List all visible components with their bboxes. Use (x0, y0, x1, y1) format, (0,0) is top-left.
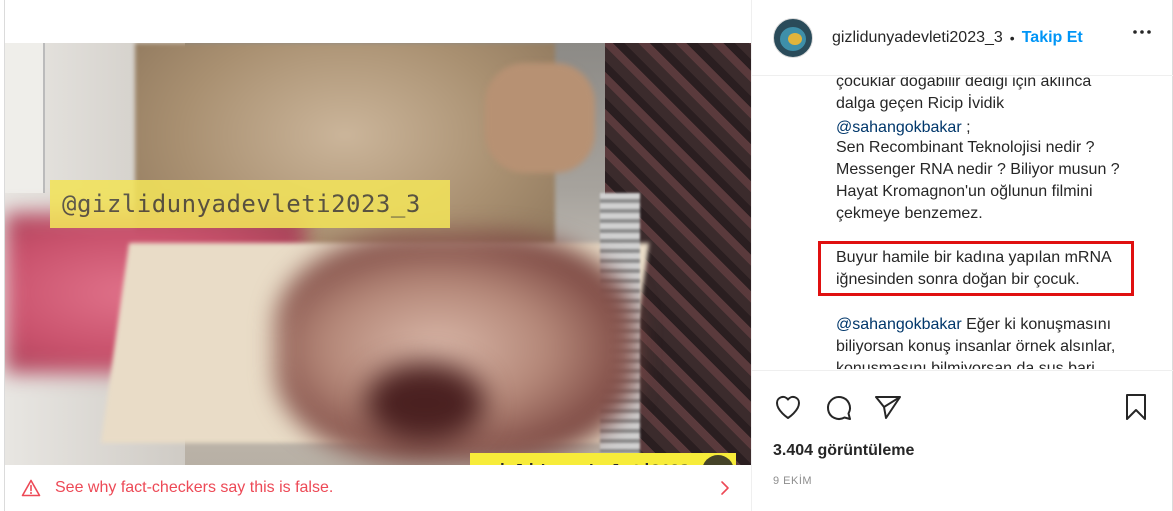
post-video[interactable]: @gizlidunyadevleti2023_3 @gizlidunyadevl… (5, 43, 752, 465)
comment-line: çocuklar doğabilir dediği için aklınca (836, 77, 1092, 90)
post-sidebar: gizlidunyadevleti2023_3 • Takip Et çocuk… (751, 0, 1173, 511)
action-bar (752, 370, 1173, 442)
paper-plane-icon[interactable] (872, 391, 904, 423)
video-door (5, 43, 45, 193)
comment-line: @sahangokbakar Eğer ki konuşmasını (836, 314, 1156, 336)
comment-fragment: Eğer ki konuşmasını (961, 316, 1112, 333)
comment-line: Sen Recombinant Teknolojisi nedir ? (836, 139, 1095, 156)
highlight-box (818, 241, 1134, 296)
mention-link[interactable]: @sahangokbakar (836, 119, 962, 136)
comment-line: dalga geçen Ricip İvidik (836, 95, 1005, 112)
comment-fragment: ; (961, 119, 971, 136)
video-person-arm (485, 63, 595, 173)
post-date[interactable]: 9 EKİM (773, 475, 812, 487)
media-top-spacer (5, 0, 752, 43)
view-count[interactable]: 3.404 görüntüleme (773, 442, 914, 460)
follow-button[interactable]: Takip Et (1022, 29, 1083, 47)
watermark-top: @gizlidunyadevleti2023_3 (50, 180, 450, 228)
avatar-shape-2 (788, 32, 802, 45)
comment-line: biliyorsan konuş insanlar örnek alsınlar… (836, 338, 1116, 355)
comment-icon[interactable] (822, 391, 854, 423)
heart-icon[interactable] (772, 391, 804, 423)
comment-line: konuşmasını bilmiyorsan da sus bari (836, 360, 1095, 369)
mention-link[interactable]: @sahangokbakar (836, 316, 962, 333)
comments-list[interactable]: çocuklar doğabilir dediği için aklınca d… (752, 77, 1173, 369)
comment-line: Hayat Kromagnon'un oğlunun filmini (836, 183, 1093, 200)
bookmark-icon[interactable] (1120, 391, 1152, 423)
media-column: @gizlidunyadevleti2023_3 @gizlidunyadevl… (4, 0, 752, 511)
video-blurred-shadow (365, 363, 485, 443)
username-link[interactable]: gizlidunyadevleti2023_3 (832, 29, 1003, 47)
comment-line: @sahangokbakar ; (836, 117, 1156, 139)
chevron-right-icon[interactable] (720, 480, 730, 496)
post-header: gizlidunyadevleti2023_3 • Takip Et (752, 0, 1173, 76)
avatar[interactable] (773, 17, 813, 58)
ellipsis-icon[interactable] (1133, 30, 1151, 34)
separator-dot: • (1009, 29, 1015, 46)
watermark-bottom: @gizlidunyadevleti2023 (470, 453, 736, 465)
warning-triangle-icon (21, 479, 41, 497)
comment-line: çekmeye benzemez. (836, 205, 983, 222)
comment-line: Messenger RNA nedir ? Biliyor musun ? (836, 161, 1120, 178)
fact-check-text[interactable]: See why fact-checkers say this is false. (55, 479, 333, 497)
fact-check-banner[interactable]: See why fact-checkers say this is false. (5, 465, 752, 511)
